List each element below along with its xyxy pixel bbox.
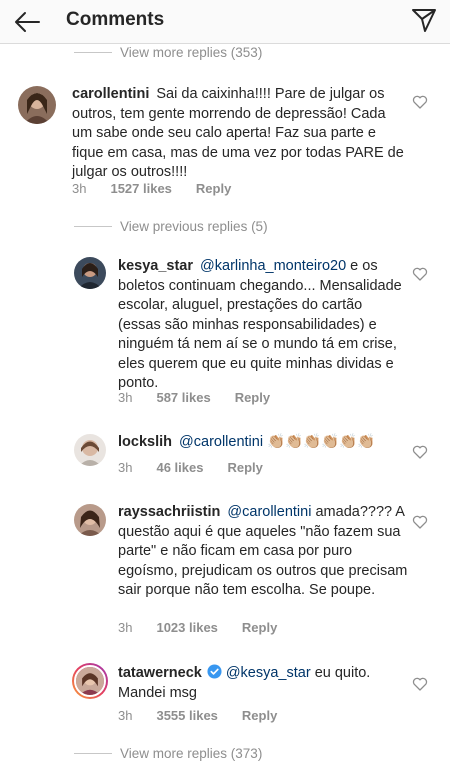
reply-body: tatawerneck @kesya_star eu quito. Mandei … [118, 664, 408, 703]
like-count[interactable]: 1023 likes [156, 620, 217, 635]
reply-time: 3h [118, 460, 133, 475]
reply-meta: 3h 1023 likes Reply [118, 620, 301, 635]
view-more-replies-bottom[interactable]: View more replies (373) [74, 743, 262, 763]
heart-icon[interactable] [412, 94, 428, 110]
reply-body: rayssachriistin @carollentini amada???? … [118, 503, 408, 601]
reply-meta: 3h 587 likes Reply [118, 390, 294, 405]
avatar[interactable] [74, 257, 106, 289]
divider-line [74, 752, 112, 754]
like-count[interactable]: 46 likes [156, 460, 203, 475]
heart-icon[interactable] [412, 514, 428, 530]
view-previous-label: View previous replies (5) [120, 218, 268, 234]
view-more-label: View more replies (353) [120, 44, 263, 60]
reply-time: 3h [118, 390, 133, 405]
avatar[interactable] [18, 86, 56, 124]
send-icon[interactable] [410, 6, 438, 34]
divider-line [74, 51, 112, 53]
reply-mention[interactable]: @karlinha_monteiro20 [200, 258, 346, 274]
reply-meta: 3h 3555 likes Reply [118, 708, 301, 723]
reply-username[interactable]: lockslih [118, 434, 172, 450]
reply-meta: 3h 46 likes Reply [118, 460, 287, 475]
view-more-label: View more replies (373) [120, 745, 263, 761]
heart-icon[interactable] [412, 266, 428, 282]
reply-username[interactable]: kesya_star [118, 258, 193, 274]
verified-badge-icon [207, 664, 222, 679]
reply-text: e os boletos continuam chegando... Mensa… [118, 258, 402, 391]
like-count[interactable]: 587 likes [156, 390, 210, 405]
back-arrow-icon[interactable] [12, 7, 42, 37]
avatar[interactable] [74, 434, 106, 466]
reply-text: 👏🏼👏🏼👏🏼👏🏼👏🏼👏🏼 [267, 434, 376, 450]
reply-body: lockslih @carollentini 👏🏼👏🏼👏🏼👏🏼👏🏼👏🏼 [118, 433, 408, 453]
comment-body: carollentini Sai da caixinha!!!! Pare de… [72, 85, 407, 183]
heart-icon[interactable] [412, 444, 428, 460]
reply-button[interactable]: Reply [196, 181, 231, 196]
reply-mention[interactable]: @carollentini [227, 504, 311, 520]
reply-mention[interactable]: @carollentini [179, 434, 263, 450]
comment-time: 3h [72, 181, 87, 196]
reply-button[interactable]: Reply [242, 620, 277, 635]
top-bar: Comments [0, 0, 450, 44]
reply-button[interactable]: Reply [235, 390, 270, 405]
view-more-replies-top[interactable]: View more replies (353) [74, 42, 262, 62]
view-previous-replies[interactable]: View previous replies (5) [74, 216, 268, 236]
like-count[interactable]: 3555 likes [156, 708, 217, 723]
reply-time: 3h [118, 708, 133, 723]
like-count[interactable]: 1527 likes [110, 181, 171, 196]
divider-line [74, 225, 112, 227]
reply-mention[interactable]: @kesya_star [226, 665, 311, 681]
reply-button[interactable]: Reply [227, 460, 262, 475]
heart-icon[interactable] [412, 676, 428, 692]
reply-body: kesya_star @karlinha_monteiro20 e os bol… [118, 257, 408, 394]
reply-time: 3h [118, 620, 133, 635]
comment-username[interactable]: carollentini [72, 86, 149, 102]
reply-username[interactable]: tatawerneck [118, 665, 202, 681]
reply-button[interactable]: Reply [242, 708, 277, 723]
avatar[interactable] [74, 504, 106, 536]
page-title: Comments [66, 9, 165, 30]
reply-username[interactable]: rayssachriistin [118, 504, 220, 520]
comment-meta: 3h 1527 likes Reply [72, 181, 255, 196]
avatar-story[interactable] [72, 663, 108, 699]
